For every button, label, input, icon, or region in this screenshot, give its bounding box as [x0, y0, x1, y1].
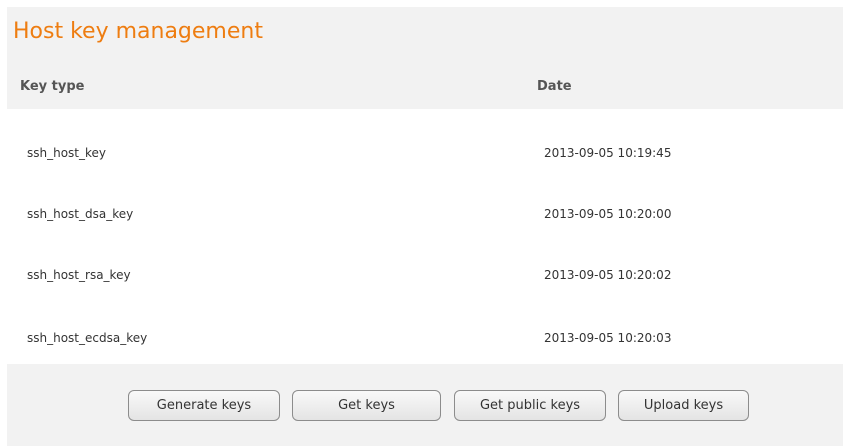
get-public-keys-button[interactable]: Get public keys [454, 390, 606, 421]
date-cell: 2013-09-05 10:19:45 [544, 146, 672, 160]
date-cell: 2013-09-05 10:20:02 [544, 268, 672, 282]
host-key-table: ssh_host_key 2013-09-05 10:19:45 ssh_hos… [7, 109, 843, 364]
table-row: ssh_host_dsa_key 2013-09-05 10:20:00 [7, 204, 843, 224]
date-cell: 2013-09-05 10:20:03 [544, 331, 672, 345]
get-keys-button[interactable]: Get keys [292, 390, 441, 421]
upload-keys-button[interactable]: Upload keys [618, 390, 749, 421]
date-cell: 2013-09-05 10:20:00 [544, 207, 672, 221]
table-row: ssh_host_rsa_key 2013-09-05 10:20:02 [7, 265, 843, 285]
table-row: ssh_host_key 2013-09-05 10:19:45 [7, 143, 843, 163]
generate-keys-button[interactable]: Generate keys [128, 390, 280, 421]
button-bar: Generate keys Get keys Get public keys U… [0, 390, 836, 422]
column-header-date: Date [537, 79, 572, 94]
column-header-key-type: Key type [20, 79, 85, 94]
table-row: ssh_host_ecdsa_key 2013-09-05 10:20:03 [7, 328, 843, 348]
key-type-cell: ssh_host_key [27, 146, 107, 160]
page-title: Host key management [13, 19, 263, 44]
key-type-cell: ssh_host_ecdsa_key [27, 331, 148, 345]
key-type-cell: ssh_host_rsa_key [27, 268, 131, 282]
key-type-cell: ssh_host_dsa_key [27, 207, 134, 221]
